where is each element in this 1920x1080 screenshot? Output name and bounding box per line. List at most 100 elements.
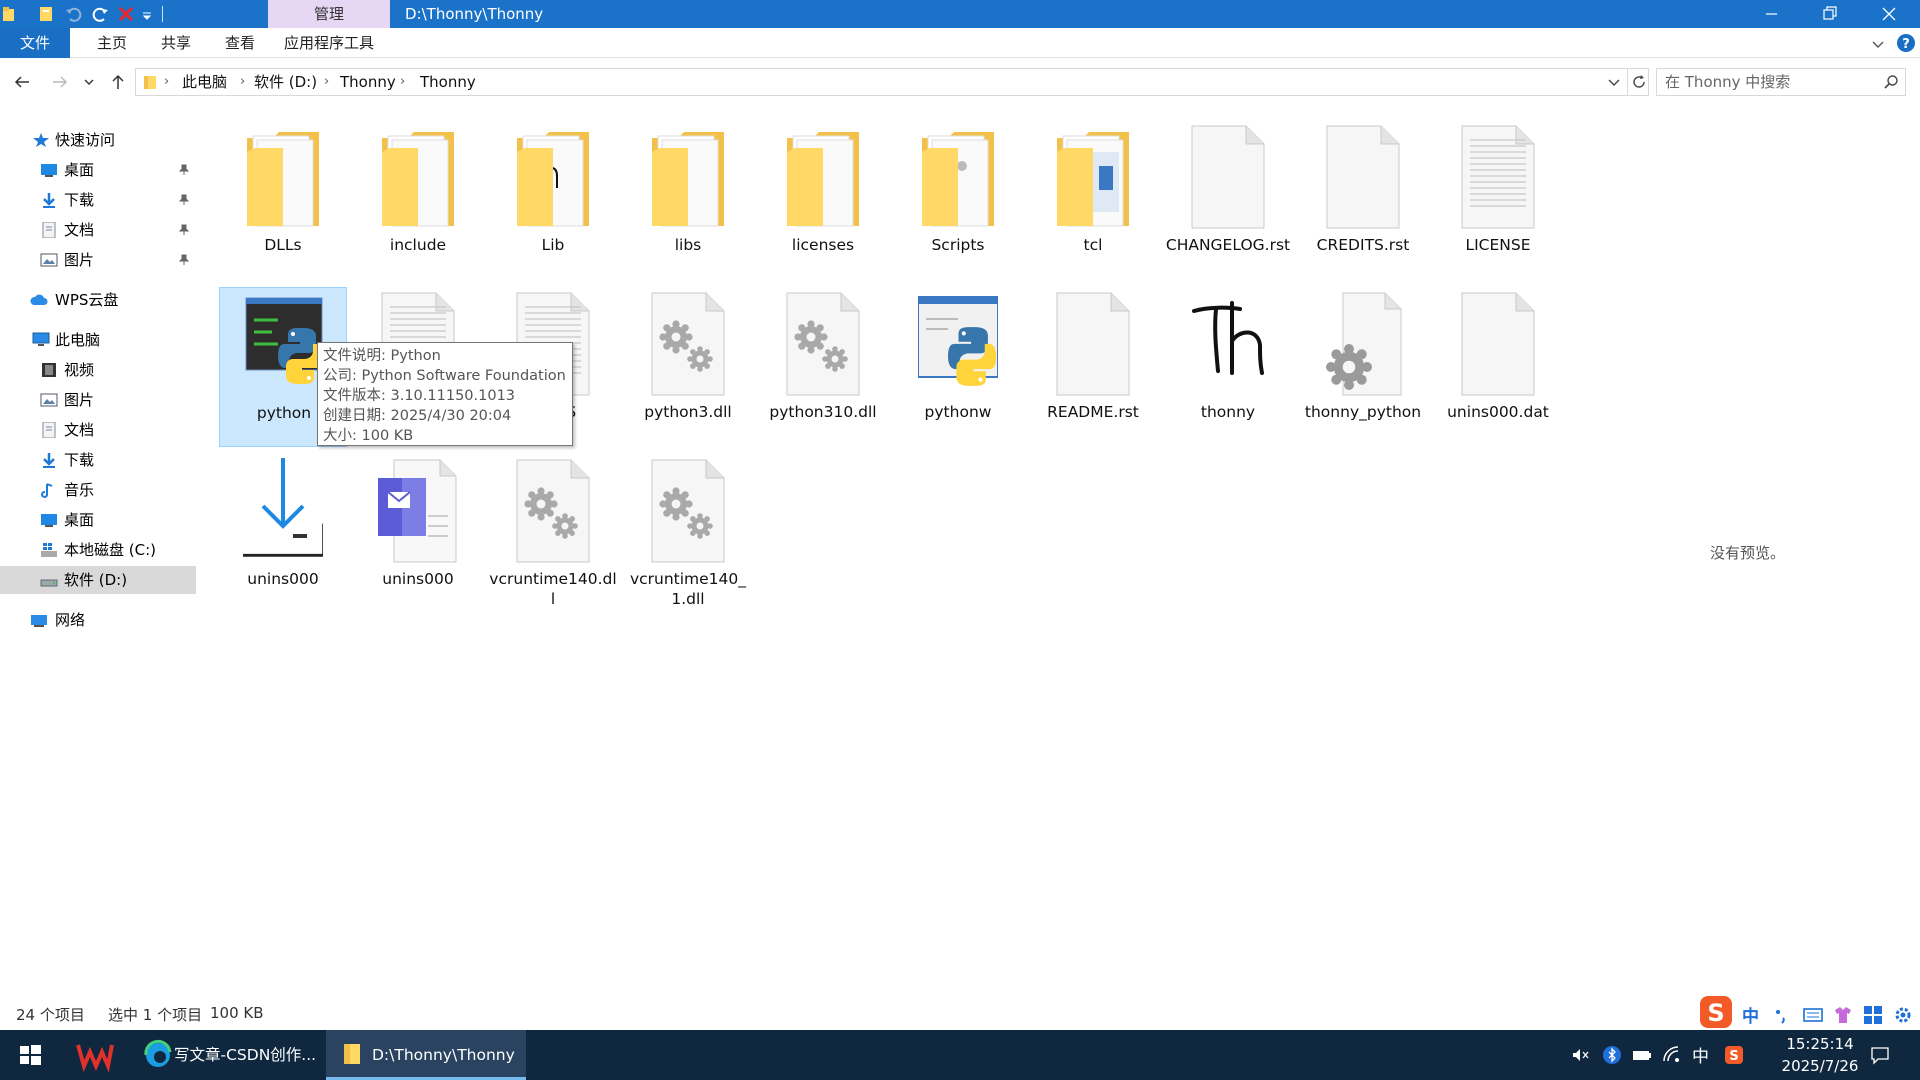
tab-share[interactable]: 共享 xyxy=(144,28,208,58)
search-box[interactable]: 在 Thonny 中搜索 xyxy=(1656,68,1906,96)
notifications-icon[interactable] xyxy=(1870,1045,1890,1065)
tab-view[interactable]: 查看 xyxy=(208,28,272,58)
minimize-button[interactable] xyxy=(1742,0,1800,28)
nav-pc-music[interactable]: 音乐 xyxy=(0,476,196,504)
skin-icon[interactable] xyxy=(1832,1004,1854,1026)
chevron-right-icon[interactable]: › xyxy=(400,69,405,95)
sogou-tray-icon[interactable]: S xyxy=(1724,1045,1744,1065)
nav-qa-documents[interactable]: 文档 xyxy=(0,216,196,244)
nav-pc-videos[interactable]: 视频 xyxy=(0,356,196,384)
chevron-right-icon[interactable]: › xyxy=(324,69,329,95)
file-item[interactable]: pythonw xyxy=(894,287,1022,447)
nav-label: 快速访问 xyxy=(55,131,116,149)
expand-ribbon-icon[interactable] xyxy=(1870,36,1886,52)
taskbar-ime-mode[interactable]: 中 xyxy=(1692,1042,1712,1067)
nav-pc-drive-c[interactable]: 本地磁盘 (C:) xyxy=(0,536,196,564)
back-icon[interactable] xyxy=(12,72,32,92)
breadcrumb-thonny-current[interactable]: Thonny xyxy=(420,69,476,95)
nav-pc-pictures[interactable]: 图片 xyxy=(0,386,196,414)
nav-pc-desktop[interactable]: 桌面 xyxy=(0,506,196,534)
pin-icon[interactable] xyxy=(178,194,190,206)
chevron-right-icon[interactable]: › xyxy=(164,69,169,95)
refresh-icon[interactable] xyxy=(1630,73,1648,91)
tab-home[interactable]: 主页 xyxy=(80,28,144,58)
file-item[interactable]: unins000.dat xyxy=(1434,287,1562,447)
nav-this-pc[interactable]: 此电脑 xyxy=(0,326,196,354)
help-icon[interactable]: ? xyxy=(1896,33,1916,53)
nav-qa-desktop[interactable]: 桌面 xyxy=(0,156,196,184)
nav-wps-cloud[interactable]: WPS云盘 xyxy=(0,286,196,314)
bluetooth-icon[interactable] xyxy=(1602,1045,1622,1065)
punctuation-icon[interactable] xyxy=(1772,1004,1794,1026)
breadcrumb-this-pc[interactable]: 此电脑 xyxy=(182,69,227,95)
delete-icon[interactable] xyxy=(116,4,136,24)
address-bar[interactable]: › 此电脑 › 软件 (D:) › Thonny › Thonny xyxy=(135,68,1649,96)
properties-icon[interactable] xyxy=(36,4,56,24)
file-item[interactable]: CREDITS.rst xyxy=(1299,120,1427,280)
folder-item[interactable]: Lib xyxy=(489,120,617,280)
chevron-right-icon[interactable]: › xyxy=(240,69,245,95)
undo-icon[interactable] xyxy=(64,4,84,24)
file-item[interactable]: python3.dll xyxy=(624,287,752,447)
search-icon[interactable] xyxy=(1883,74,1899,90)
nav-pc-documents[interactable]: 文档 xyxy=(0,416,196,444)
tab-file[interactable]: 文件 xyxy=(0,28,70,58)
wps-taskbar-icon[interactable] xyxy=(68,1030,120,1080)
volume-muted-icon[interactable] xyxy=(1570,1045,1590,1065)
tab-manage[interactable]: 管理 xyxy=(268,0,390,28)
file-item[interactable]: unins000 xyxy=(219,454,347,614)
file-item[interactable]: LICENSE xyxy=(1434,120,1562,280)
nav-quick-access[interactable]: 快速访问 xyxy=(0,126,196,154)
toolbox-icon[interactable] xyxy=(1862,1004,1884,1026)
file-item[interactable]: unins000 xyxy=(354,454,482,614)
nav-pc-downloads[interactable]: 下载 xyxy=(0,446,196,474)
restore-button[interactable] xyxy=(1800,0,1858,28)
redo-icon[interactable] xyxy=(90,4,110,24)
folder-icon xyxy=(378,122,458,232)
file-item[interactable]: README.rst xyxy=(1029,287,1157,447)
file-item[interactable]: vcruntime140_1.dll xyxy=(624,454,752,614)
up-icon[interactable] xyxy=(108,72,128,92)
taskbar-explorer[interactable]: D:\Thonny\Thonny xyxy=(326,1030,526,1080)
file-item[interactable]: CHANGELOG.rst xyxy=(1164,120,1292,280)
item-name: python3.dll xyxy=(644,403,732,421)
breadcrumb-thonny[interactable]: Thonny xyxy=(340,69,396,95)
pin-icon[interactable] xyxy=(178,164,190,176)
start-button[interactable] xyxy=(0,1030,60,1080)
folder-item[interactable]: DLLs xyxy=(219,120,347,280)
search-placeholder[interactable]: 在 Thonny 中搜索 xyxy=(1665,69,1790,95)
tab-app-tools[interactable]: 应用程序工具 xyxy=(272,28,386,58)
folder-item[interactable]: include xyxy=(354,120,482,280)
ime-settings-icon[interactable] xyxy=(1892,1004,1914,1026)
taskbar-edge[interactable]: 写文章-CSDN创作... xyxy=(132,1030,322,1080)
clock-date[interactable]: 2025/7/26 xyxy=(1770,1055,1870,1077)
file-item[interactable]: python310.dll xyxy=(759,287,887,447)
file-item[interactable]: thonny_python xyxy=(1299,287,1427,447)
wifi-icon[interactable] xyxy=(1662,1045,1682,1065)
close-button[interactable] xyxy=(1858,0,1920,28)
file-item[interactable]: vcruntime140.dll xyxy=(489,454,617,614)
breadcrumb-drive-d[interactable]: 软件 (D:) xyxy=(254,69,317,95)
pin-icon[interactable] xyxy=(178,254,190,266)
folder-item[interactable]: tcl xyxy=(1029,120,1157,280)
sogou-logo-icon[interactable]: S xyxy=(1698,994,1734,1030)
item-name: vcruntime140.dll xyxy=(489,570,617,608)
nav-qa-pictures[interactable]: 图片 xyxy=(0,246,196,274)
recent-locations-icon[interactable] xyxy=(82,72,96,92)
customize-toolbar-icon[interactable] xyxy=(140,4,154,24)
nav-qa-downloads[interactable]: 下载 xyxy=(0,186,196,214)
ime-mode[interactable]: 中 xyxy=(1742,1002,1764,1027)
pin-icon[interactable] xyxy=(178,224,190,236)
clock-time[interactable]: 15:25:14 xyxy=(1770,1033,1870,1055)
keyboard-icon[interactable] xyxy=(1802,1004,1824,1026)
address-dropdown-icon[interactable] xyxy=(1606,74,1622,90)
battery-icon[interactable] xyxy=(1632,1045,1652,1065)
folder-item[interactable]: licenses xyxy=(759,120,887,280)
video-icon xyxy=(40,362,58,378)
nav-network[interactable]: 网络 xyxy=(0,606,196,634)
forward-icon[interactable] xyxy=(50,72,70,92)
folder-item[interactable]: Scripts xyxy=(894,120,1022,280)
file-item[interactable]: thonny xyxy=(1164,287,1292,447)
folder-item[interactable]: libs xyxy=(624,120,752,280)
nav-pc-drive-d[interactable]: 软件 (D:) xyxy=(0,566,196,594)
